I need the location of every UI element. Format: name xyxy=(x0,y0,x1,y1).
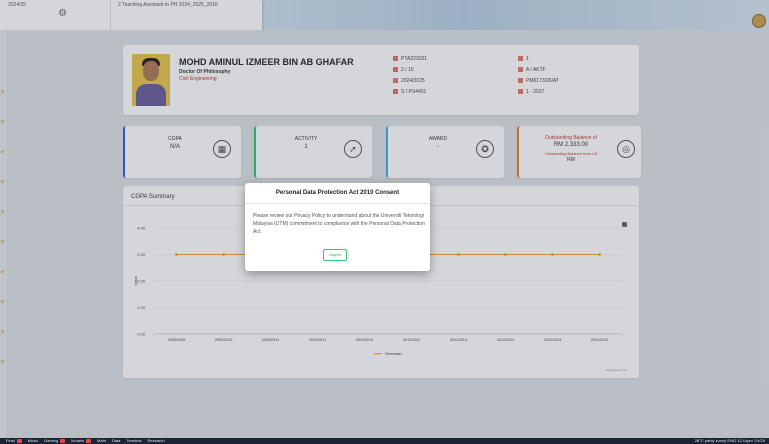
taskbar-item-math[interactable]: Math xyxy=(97,438,106,444)
taskbar-item-final[interactable]: Final xyxy=(6,438,15,444)
taskbar-badge xyxy=(86,438,92,443)
modal-title: Personal Data Protection Act 2010 Consen… xyxy=(275,190,400,196)
modal-divider xyxy=(245,203,430,204)
system-tray[interactable]: 28°C partly sunny ENG 12:14pm 7/4/25 xyxy=(695,438,765,444)
taskbar-badge xyxy=(60,438,66,443)
taskbar-item-research[interactable]: Research xyxy=(148,438,165,444)
agree-button[interactable]: I Agree xyxy=(323,249,347,261)
pdpa-consent-modal: Personal Data Protection Act 2010 Consen… xyxy=(245,183,430,271)
taskbar-item-models[interactable]: Models xyxy=(71,438,84,444)
taskbar-badge xyxy=(16,438,22,443)
taskbar-item-data[interactable]: Data xyxy=(112,438,120,444)
modal-body-text: Please review our Privacy Policy to unde… xyxy=(253,213,425,235)
taskbar-item-gaming[interactable]: Gaming xyxy=(44,438,58,444)
taskbar-item-terminal[interactable]: Terminal xyxy=(126,438,141,444)
taskbar-item-music[interactable]: Music xyxy=(28,438,38,444)
taskbar: Final Music Gaming Models Math Data Terminal Re… xyxy=(0,438,769,444)
